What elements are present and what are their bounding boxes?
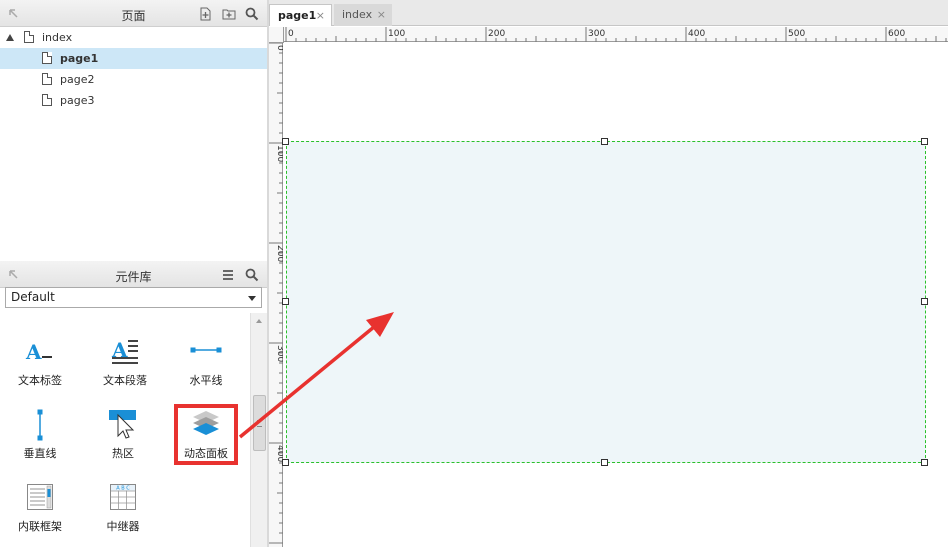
- page-tree: index page1 page2 page3: [0, 27, 267, 111]
- resize-handle[interactable]: [282, 138, 289, 145]
- widget-text-paragraph[interactable]: A 文本段落: [90, 338, 160, 408]
- text-paragraph-icon: A: [108, 338, 142, 364]
- widget-horizontal-line[interactable]: 水平线: [171, 338, 241, 408]
- tree-item-page2[interactable]: page2: [0, 69, 267, 90]
- resize-handle[interactable]: [921, 138, 928, 145]
- ruler-corner: [269, 27, 284, 43]
- horizontal-line-icon: [189, 344, 223, 356]
- vertical-line-icon: [34, 409, 46, 441]
- tab-label: index: [342, 8, 373, 21]
- dynamic-panel-widget[interactable]: [286, 141, 926, 463]
- widget-label: 文本段落: [103, 374, 147, 387]
- page-icon: [42, 52, 52, 64]
- tree-item-index[interactable]: index: [0, 27, 267, 48]
- widget-label: 文本标签: [18, 374, 62, 387]
- text-label-icon: A: [23, 340, 57, 364]
- widget-repeater[interactable]: A B C 中继器: [88, 481, 158, 547]
- tree-item-label: index: [42, 31, 73, 44]
- repeater-icon: A B C: [109, 483, 137, 511]
- ruler-label: 300: [588, 29, 605, 39]
- ruler-label: 100: [275, 145, 283, 162]
- menu-icon[interactable]: [220, 267, 236, 283]
- widget-inline-frame[interactable]: 内联框架: [5, 481, 75, 547]
- left-sidebar: 页面 index page1 page2 page3 元件库 Default A…: [0, 0, 267, 547]
- search-icon[interactable]: [244, 267, 260, 283]
- search-icon[interactable]: [244, 6, 260, 22]
- horizontal-ruler-ticks: 0 100 200 300 400 500 600: [285, 27, 947, 42]
- widget-label: 内联框架: [18, 520, 62, 533]
- hotspot-icon: [108, 409, 138, 439]
- widget-hotspot[interactable]: 热区: [88, 409, 158, 479]
- add-folder-icon[interactable]: [221, 6, 237, 22]
- tab-label: page1: [278, 9, 317, 22]
- widget-label: 垂直线: [23, 447, 57, 460]
- page-icon: [42, 73, 52, 85]
- page-tab-bar: page1 × index ×: [269, 0, 948, 26]
- tab-index[interactable]: index ×: [334, 4, 392, 26]
- resize-handle[interactable]: [282, 459, 289, 466]
- horizontal-ruler: 0 100 200 300 400 500 600: [283, 27, 948, 42]
- resize-handle[interactable]: [601, 138, 608, 145]
- scroll-thumb[interactable]: [253, 395, 266, 451]
- ruler-label: 0: [288, 29, 294, 39]
- ruler-label: 300: [275, 345, 283, 362]
- widget-label: 水平线: [189, 374, 223, 387]
- tab-page1[interactable]: page1 ×: [269, 4, 332, 26]
- tree-item-label: page1: [60, 52, 99, 65]
- tree-item-label: page2: [60, 73, 95, 86]
- resize-handle[interactable]: [921, 459, 928, 466]
- pages-panel-header: 页面: [0, 0, 267, 27]
- app-window: 页面 index page1 page2 page3 元件库 Default A…: [0, 0, 948, 547]
- library-select-value: Default: [11, 290, 55, 304]
- ruler-label: 600: [888, 29, 905, 39]
- ruler-label: 400: [688, 29, 705, 39]
- ruler-label: 500: [788, 29, 805, 39]
- library-select[interactable]: Default: [5, 287, 262, 308]
- resize-handle[interactable]: [282, 298, 289, 305]
- resize-handle[interactable]: [601, 459, 608, 466]
- ruler-label: 200: [488, 29, 505, 39]
- close-icon[interactable]: ×: [377, 4, 386, 26]
- scroll-up-icon[interactable]: [256, 319, 262, 323]
- ruler-label: 0: [275, 45, 283, 51]
- ruler-label: 200: [275, 245, 283, 262]
- add-page-icon[interactable]: [197, 6, 213, 22]
- widget-label: 热区: [112, 447, 134, 460]
- library-scrollbar[interactable]: [250, 313, 267, 547]
- tree-item-label: page3: [60, 94, 95, 107]
- widget-text-label[interactable]: A 文本标签: [5, 338, 75, 408]
- tree-item-page1[interactable]: page1: [0, 48, 267, 69]
- resize-handle[interactable]: [921, 298, 928, 305]
- collapse-caret-icon[interactable]: [6, 34, 14, 41]
- svg-text:A B C: A B C: [116, 486, 130, 492]
- page-icon: [24, 31, 34, 43]
- vertical-ruler-ticks: 0100200300400: [269, 42, 285, 544]
- widget-vertical-line[interactable]: 垂直线: [5, 409, 75, 479]
- page-icon: [42, 94, 52, 106]
- chevron-down-icon: [248, 296, 256, 301]
- close-icon[interactable]: ×: [316, 5, 325, 27]
- library-panel-header: 元件库: [0, 261, 267, 288]
- tree-item-page3[interactable]: page3: [0, 90, 267, 111]
- vertical-ruler: 0100200300400: [269, 27, 285, 547]
- highlight-annotation: [174, 404, 238, 465]
- widget-label: 中继器: [106, 520, 140, 533]
- ruler-label: 100: [388, 29, 405, 39]
- inline-frame-icon: [26, 483, 54, 511]
